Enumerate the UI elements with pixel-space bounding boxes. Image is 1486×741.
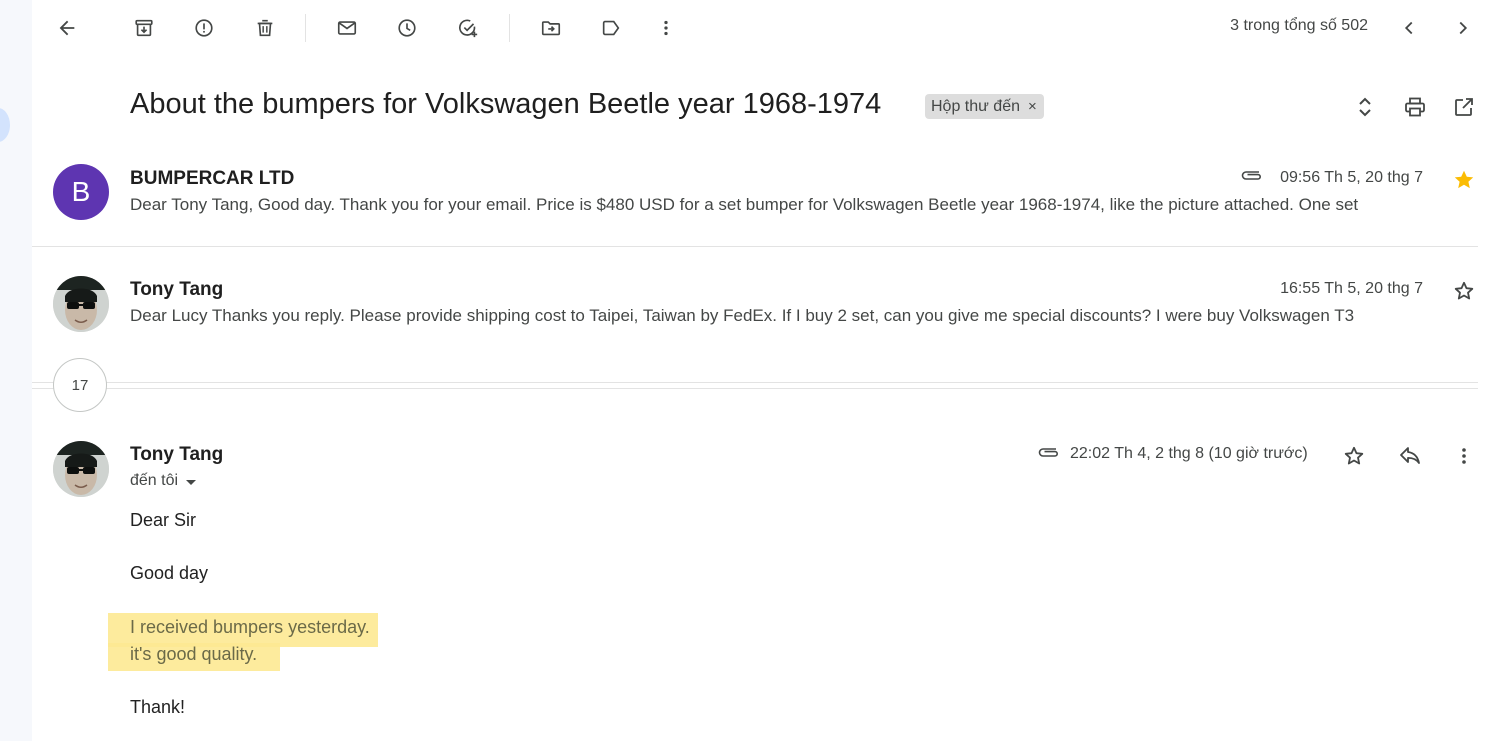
move-to-folder-icon (541, 21, 561, 36)
reply-icon (1400, 447, 1420, 464)
more-vert-icon (1462, 448, 1466, 464)
chevron-right-icon (1459, 21, 1468, 35)
show-details-icon[interactable] (186, 479, 197, 485)
avatar[interactable] (53, 276, 109, 332)
reply-button[interactable] (1396, 442, 1424, 470)
label-chip-inbox[interactable]: Hộp thư đến × (925, 94, 1044, 119)
older-button[interactable] (1445, 10, 1481, 46)
left-gutter (0, 0, 32, 741)
recipients-text: đến tôi (130, 472, 179, 489)
label-chip-text: Hộp thư đến (931, 97, 1020, 115)
body-highlight-line: it's good quality. (130, 644, 258, 664)
profile-photo (53, 441, 109, 497)
star-filled-icon[interactable] (1452, 168, 1476, 192)
labels-button[interactable] (593, 10, 629, 46)
archive-button[interactable] (126, 10, 162, 46)
print-button[interactable] (1401, 93, 1429, 121)
body-closing: Thank! (130, 697, 186, 717)
move-to-button[interactable] (533, 10, 569, 46)
sender-name: BUMPERCAR LTD (130, 168, 295, 189)
collapsed-divider-top (32, 382, 1478, 383)
message-date: 09:56 Th 5, 20 thg 7 (1280, 169, 1423, 186)
mail-icon (337, 21, 357, 35)
chevron-left-icon (1404, 21, 1413, 35)
report-spam-button[interactable] (186, 10, 222, 46)
message-date: 22:02 Th 4, 2 thg 8 (10 giờ trước) (1070, 445, 1308, 462)
snooze-button[interactable] (389, 10, 425, 46)
message-more-button[interactable] (1450, 442, 1478, 470)
sender-name: Tony Tang (130, 444, 224, 465)
body-greeting: Dear Sir (130, 510, 197, 530)
report-spam-icon (195, 19, 213, 37)
message-snippet: Dear Tony Tang, Good day. Thank you for … (130, 195, 1359, 214)
open-in-new-icon (1455, 98, 1473, 116)
star-button[interactable] (1340, 442, 1368, 470)
body-highlight-line: I received bumpers yesterday. (130, 617, 370, 637)
remove-label-icon[interactable]: × (1028, 98, 1037, 115)
archive-icon (135, 19, 153, 37)
attachment-icon (1241, 171, 1261, 180)
message-date: 16:55 Th 5, 20 thg 7 (1280, 280, 1423, 297)
toolbar-divider (305, 14, 306, 42)
message-divider (32, 246, 1478, 247)
toolbar: 3 trong tổng số 502 (32, 0, 1486, 56)
expand-all-button[interactable] (1351, 93, 1379, 121)
star-outline-icon[interactable] (1452, 279, 1476, 303)
collapsed-messages-count[interactable]: 17 (53, 358, 107, 412)
more-options-button[interactable] (648, 10, 684, 46)
unfold-icon (1359, 97, 1371, 117)
label-icon (602, 20, 620, 36)
sender-name: Tony Tang (130, 279, 224, 300)
collapsed-divider-bottom (32, 388, 1478, 389)
more-vert-icon (664, 20, 668, 36)
email-panel: 3 trong tổng số 502 About the bumpers fo… (32, 0, 1486, 741)
trash-icon (257, 19, 273, 37)
body-line: Good day (130, 563, 209, 583)
avatar[interactable] (53, 441, 109, 497)
attachment-icon (1038, 448, 1058, 457)
back-button[interactable] (49, 10, 85, 46)
print-icon (1405, 97, 1425, 117)
nav-indicator (0, 108, 10, 142)
profile-photo (53, 276, 109, 332)
thread-subject: About the bumpers for Volkswagen Beetle … (130, 88, 882, 120)
open-new-window-button[interactable] (1450, 93, 1478, 121)
avatar[interactable]: B (53, 164, 109, 220)
toolbar-divider (509, 14, 510, 42)
clock-icon (398, 19, 416, 37)
add-to-tasks-button[interactable] (450, 10, 486, 46)
mark-unread-button[interactable] (329, 10, 365, 46)
message-snippet: Dear Lucy Thanks you reply. Please provi… (130, 306, 1355, 325)
delete-button[interactable] (247, 10, 283, 46)
newer-button[interactable] (1391, 10, 1427, 46)
add-task-icon (459, 19, 478, 38)
recipients-line[interactable]: đến tôi (130, 472, 197, 490)
pagination-text: 3 trong tổng số 502 (1230, 17, 1368, 34)
arrow-left-icon (59, 20, 75, 36)
star-outline-icon (1344, 446, 1364, 465)
